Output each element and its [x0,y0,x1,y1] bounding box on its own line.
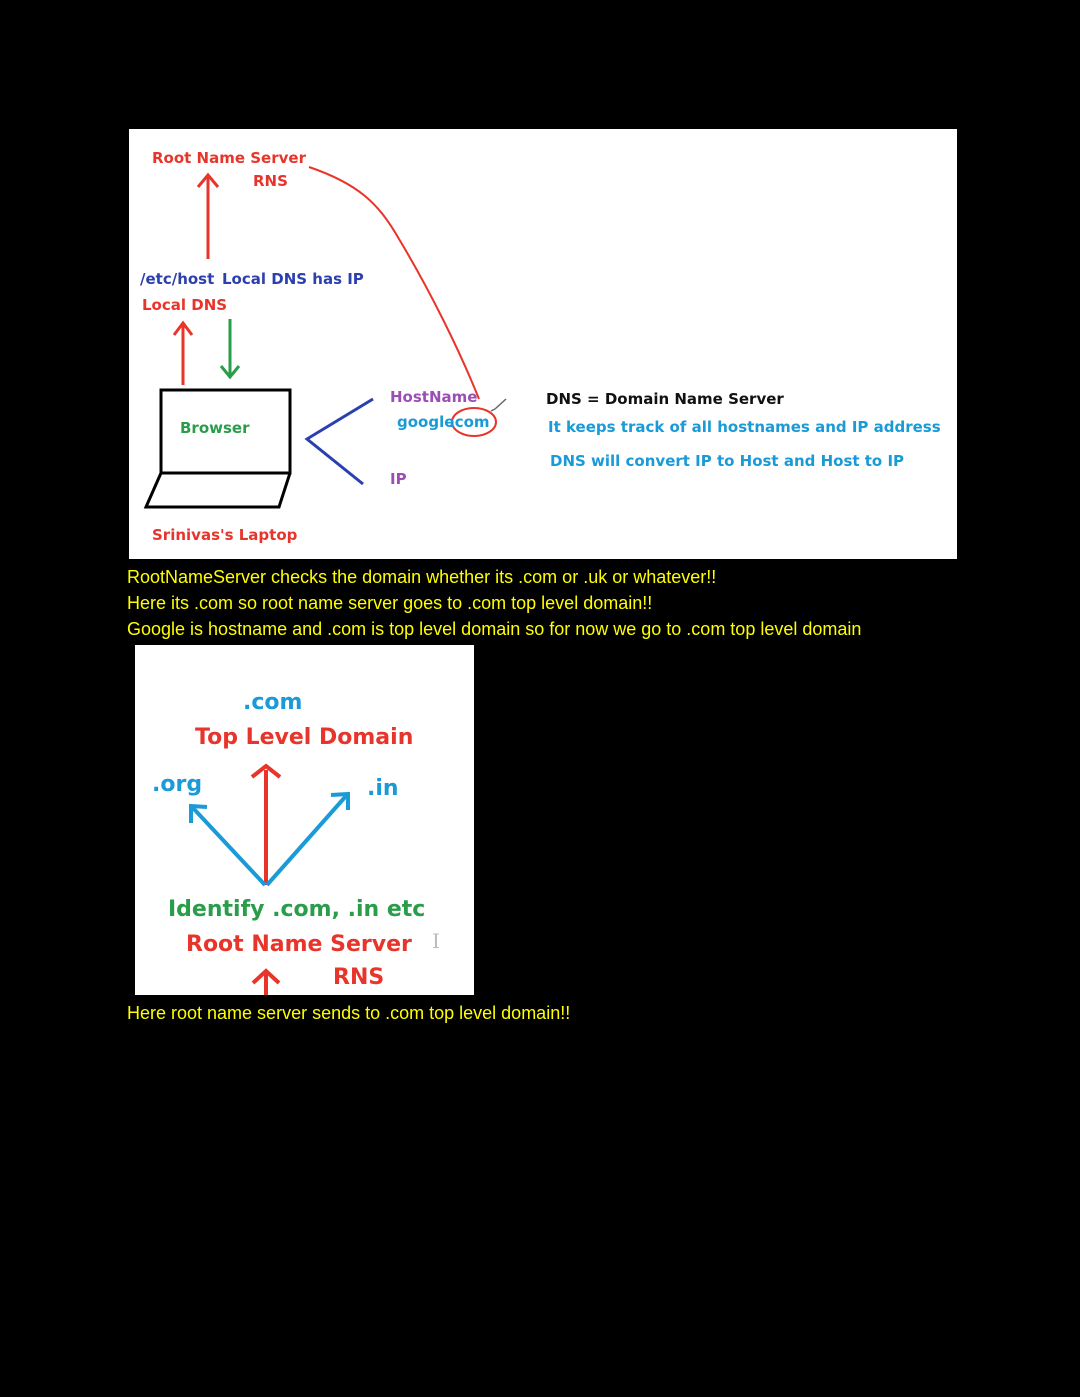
dns-keeps-track: It keeps track of all hostnames and IP a… [548,418,941,436]
tld-rns-label: RNS [333,965,385,990]
top-level-domain-label: Top Level Domain [195,725,414,750]
arrow-up-to-tld [250,763,282,885]
tld-root-name-server-label: Root Name Server [186,932,412,957]
tld-com-label: .com [243,690,303,715]
dns-diagram-drawing [143,166,507,509]
tld-org-label: .org [152,772,203,797]
local-dns-has-ip-label: Local DNS has IP [222,270,364,288]
arrow-up-from-rns [251,968,281,995]
dns-definition: DNS = Domain Name Server [546,390,784,408]
hostname-ip-bracket [304,397,374,486]
tld-in-label: .in [367,776,399,801]
arrow-up-browser-to-local [172,320,194,385]
laptop-drawing [143,388,292,509]
local-dns-label: Local DNS [142,296,228,314]
note-line-1: RootNameServer checks the domain whether… [127,567,717,587]
etc-host-label: /etc/host [140,270,215,288]
ip-label: IP [390,470,407,488]
identify-label: Identify .com, .in etc [168,897,426,922]
dns-overview-diagram: Root Name Server RNS /etc/host Local DNS… [129,129,957,559]
arrow-up-local-to-root [196,172,220,259]
dot-com-label: .com [449,413,490,431]
laptop-caption: Srinivas's Laptop [152,526,298,544]
google-label: google [397,413,455,431]
browser-label: Browser [180,419,250,437]
note-line-3: Google is hostname and .com is top level… [127,619,862,639]
arrow-down-local-to-browser [219,319,241,380]
hostname-label: HostName [390,388,478,406]
note-line-2: Here its .com so root name server goes t… [127,593,653,613]
arrow-to-in [265,791,350,887]
root-name-server-label: Root Name Server [152,149,306,167]
pencil-icon [490,398,507,412]
arrow-to-org [189,803,267,887]
dns-converts: DNS will convert IP to Host and Host to … [550,452,905,470]
note-line-4: Here root name server sends to .com top … [127,1003,571,1023]
rns-label: RNS [253,172,288,190]
text-cursor-icon: I [432,929,440,953]
tld-diagram: .com Top Level Domain .org .in Identify … [135,645,474,995]
